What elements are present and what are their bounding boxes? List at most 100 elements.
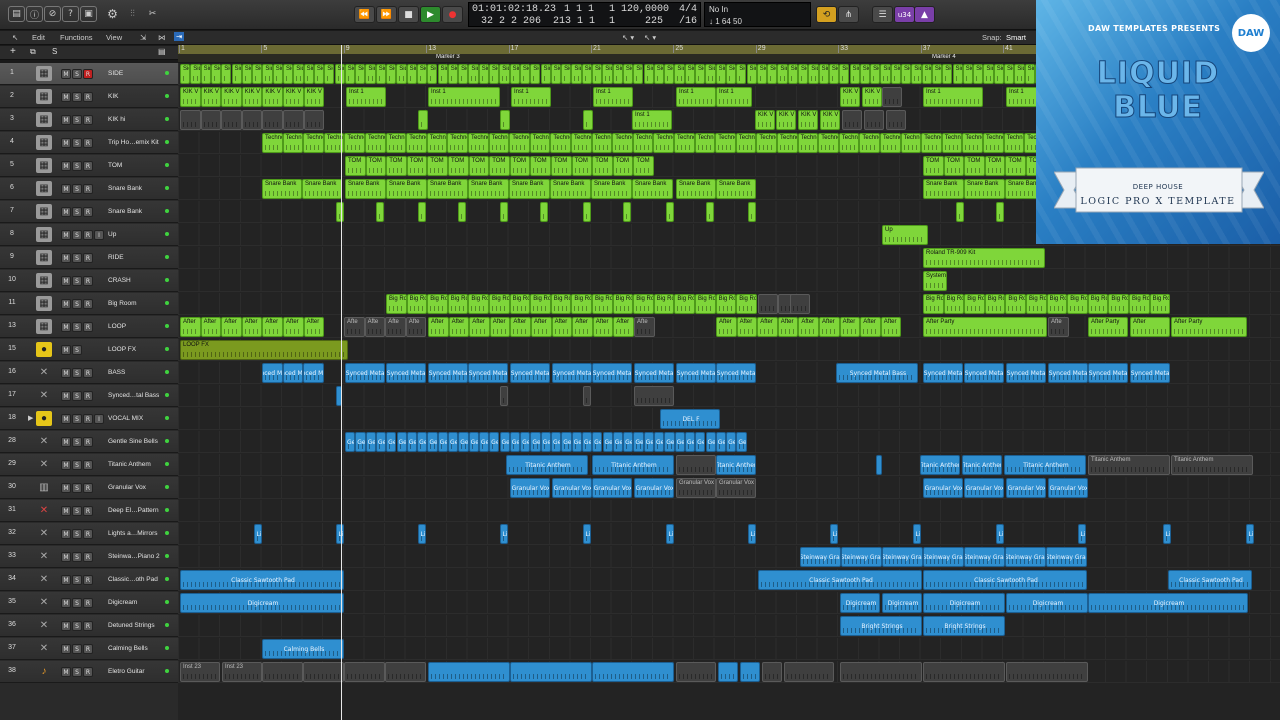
- region[interactable]: Big Ro: [612, 294, 634, 314]
- mute-button[interactable]: M: [61, 506, 71, 516]
- region[interactable]: Synced Metal: [1048, 363, 1088, 383]
- region[interactable]: Big Ro: [530, 294, 551, 314]
- region[interactable]: Sid: [952, 64, 963, 84]
- drum-machine-icon[interactable]: ▦: [36, 112, 52, 127]
- region[interactable]: After: [757, 317, 778, 337]
- region[interactable]: Big Ro: [592, 294, 613, 314]
- region[interactable]: KIK V: [755, 110, 775, 130]
- disclosure-triangle-icon[interactable]: ▶: [28, 414, 33, 422]
- region[interactable]: [180, 110, 201, 130]
- region[interactable]: Inst 1: [632, 110, 672, 130]
- track-name[interactable]: Big Room: [108, 300, 164, 307]
- region[interactable]: Afte: [634, 317, 655, 337]
- mute-button[interactable]: M: [61, 437, 71, 447]
- track-name[interactable]: Calming Bells: [108, 645, 164, 652]
- region[interactable]: Big Ro: [1129, 294, 1150, 314]
- region[interactable]: [336, 202, 344, 222]
- forward-button[interactable]: ⏩: [376, 6, 397, 23]
- mute-button[interactable]: M: [61, 115, 71, 125]
- solo-button[interactable]: S: [72, 368, 82, 378]
- region[interactable]: Synced Metal: [1006, 363, 1046, 383]
- region[interactable]: [583, 386, 591, 406]
- region[interactable]: Big Ro: [571, 294, 592, 314]
- mute-button[interactable]: M: [61, 184, 71, 194]
- stop-button[interactable]: ■: [398, 6, 419, 23]
- drum-machine-icon[interactable]: ▦: [36, 204, 52, 219]
- record-enable-button[interactable]: R: [83, 667, 93, 677]
- region[interactable]: [500, 386, 508, 406]
- region[interactable]: After Party: [1088, 317, 1128, 337]
- mute-button[interactable]: M: [61, 414, 71, 424]
- track-header-29[interactable]: 29 ✕ M S R Titanic Anthem: [0, 454, 178, 476]
- region[interactable]: [303, 662, 344, 682]
- track-header-9[interactable]: 9 ▦ M S R RIDE: [0, 247, 178, 269]
- region[interactable]: Sid: [530, 64, 541, 84]
- region[interactable]: Techno: [550, 133, 571, 153]
- region[interactable]: Ge: [396, 432, 407, 452]
- region[interactable]: [303, 110, 325, 130]
- record-enable-button[interactable]: R: [83, 529, 93, 539]
- region[interactable]: Ge: [654, 432, 665, 452]
- region[interactable]: After Party: [1171, 317, 1247, 337]
- region[interactable]: Steinway Gran: [1005, 547, 1046, 567]
- region[interactable]: KIK V: [180, 87, 201, 107]
- region[interactable]: Sid: [973, 64, 984, 84]
- region[interactable]: Big Ro: [550, 294, 572, 314]
- snap-select[interactable]: Smart: [1006, 33, 1026, 42]
- region[interactable]: After: [531, 317, 552, 337]
- region[interactable]: Sid: [313, 64, 325, 84]
- region[interactable]: Ge: [664, 432, 675, 452]
- region[interactable]: Techno: [983, 133, 1004, 153]
- region[interactable]: TOM: [448, 156, 469, 176]
- record-enable-button[interactable]: R: [83, 207, 93, 217]
- region[interactable]: Ge: [386, 432, 397, 452]
- region[interactable]: Techno: [694, 133, 716, 153]
- drum-machine-icon[interactable]: ▦: [36, 158, 52, 173]
- drum-machine-icon[interactable]: ▦: [36, 227, 52, 242]
- track-name[interactable]: Steinwa…Piano 2: [108, 553, 164, 560]
- region[interactable]: Ge: [375, 432, 387, 452]
- solo-button[interactable]: S: [72, 483, 82, 493]
- region[interactable]: [762, 662, 782, 682]
- region[interactable]: Techno: [653, 133, 674, 153]
- region[interactable]: [221, 110, 242, 130]
- region[interactable]: Granular Vox: [592, 478, 632, 498]
- region[interactable]: Ge: [355, 432, 366, 452]
- region[interactable]: Sid: [344, 64, 356, 84]
- region[interactable]: TOM: [964, 156, 985, 176]
- input-monitor-button[interactable]: I: [94, 230, 104, 240]
- region[interactable]: Sid: [540, 64, 551, 84]
- region[interactable]: Ge: [540, 432, 551, 452]
- duplicate-track-icon[interactable]: ⧉: [30, 47, 36, 57]
- region[interactable]: [540, 202, 548, 222]
- track-header-32[interactable]: 32 ✕ M S R Lights a…Mirrors: [0, 523, 178, 545]
- playhead[interactable]: [341, 45, 342, 720]
- region[interactable]: Sid: [715, 64, 726, 84]
- track-lane-33[interactable]: [178, 546, 1280, 568]
- region[interactable]: Snare Bank: [964, 179, 1005, 199]
- region[interactable]: System: [923, 271, 947, 291]
- mute-button[interactable]: M: [61, 391, 71, 401]
- track-header-35[interactable]: 35 ✕ M S R Digicream: [0, 592, 178, 614]
- record-enable-button[interactable]: R: [83, 230, 93, 240]
- region[interactable]: Roland TR-909 Kit: [923, 248, 1045, 268]
- track-name[interactable]: BASS: [108, 369, 164, 376]
- region[interactable]: Titanic Anthem: [962, 455, 1002, 475]
- region[interactable]: Synced Metal: [1088, 363, 1128, 383]
- region[interactable]: Sid: [746, 64, 757, 84]
- region[interactable]: [418, 110, 428, 130]
- region[interactable]: Snare Bank: [632, 179, 673, 199]
- track-name[interactable]: Titanic Anthem: [108, 461, 164, 468]
- region[interactable]: Snare Bank: [262, 179, 302, 199]
- solo-button[interactable]: S: [72, 644, 82, 654]
- track-header-18[interactable]: 18 ▶ ● M S R I VOCAL MIX: [0, 408, 178, 430]
- region[interactable]: Synced Metal: [510, 363, 550, 383]
- region[interactable]: Techno: [838, 133, 860, 153]
- region[interactable]: Sid: [653, 64, 665, 84]
- input-monitor-button[interactable]: I: [94, 414, 104, 424]
- region[interactable]: Techno: [715, 133, 736, 153]
- region[interactable]: Titanic Anthem: [1171, 455, 1253, 475]
- region[interactable]: Sid: [571, 64, 582, 84]
- region[interactable]: After: [510, 317, 531, 337]
- region[interactable]: Sid: [839, 64, 850, 84]
